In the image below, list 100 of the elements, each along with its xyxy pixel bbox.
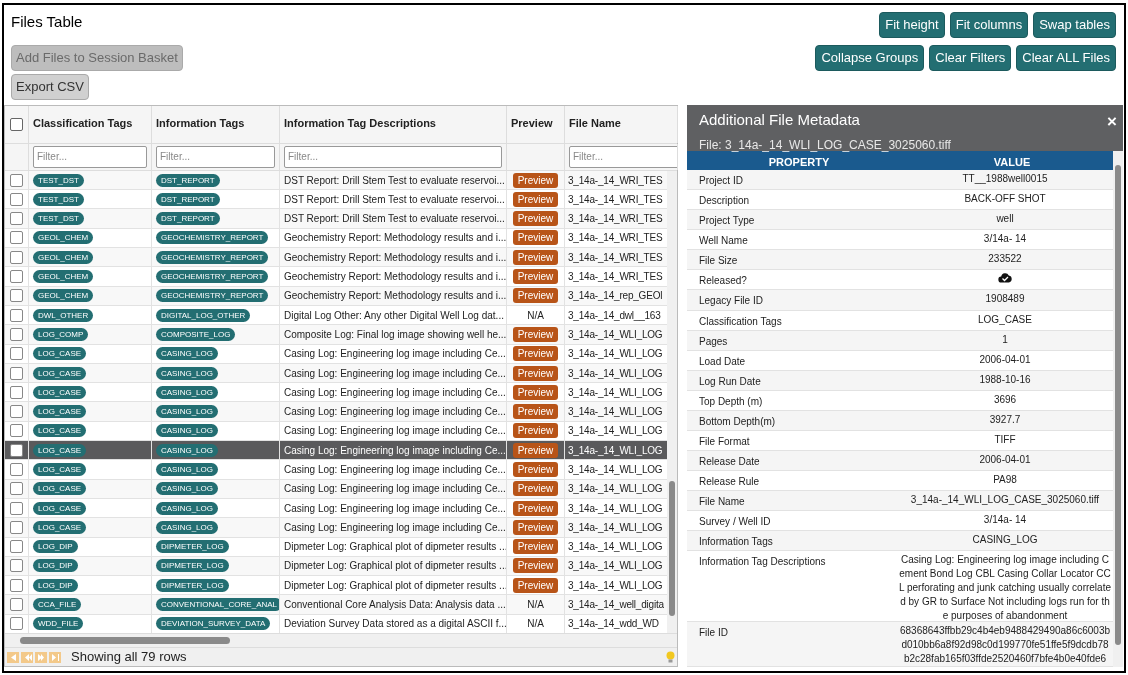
filter-field[interactable]: Filter... [284,145,502,168]
row-checkbox[interactable] [10,366,23,380]
preview-button[interactable]: Preview [512,500,559,516]
table-cell-text: 3_14a-_14_rep_GEOl [568,289,663,304]
table-cell-text: Dipmeter Log: Graphical plot of dipmeter results ... [284,578,506,593]
row-checkbox[interactable] [10,173,23,187]
tag-label: GEOCHEMISTRY_REPORT [156,270,269,283]
row-checkbox[interactable] [10,270,23,283]
preview-button[interactable]: Preview [512,269,559,284]
property-value: PA98 [993,473,1017,488]
preview-button[interactable]: Preview [512,365,559,381]
row-checkbox[interactable] [10,501,23,515]
row-checkbox[interactable] [10,385,23,399]
preview-button[interactable]: Preview [512,288,559,304]
row-checkbox[interactable] [10,540,23,554]
preview-button[interactable]: Preview [512,230,559,246]
tag-label: LOG_DIP [33,578,78,592]
table-cell-text: Casing Log: Engineering log image including Ce... [284,463,506,477]
column-header[interactable]: Classification Tags [33,117,133,129]
row-checkbox[interactable] [10,308,23,322]
preview-button[interactable]: Preview [512,481,559,497]
preview-button[interactable]: Preview [512,462,559,477]
row-checkbox[interactable] [10,617,23,631]
row-checkbox[interactable] [10,520,23,534]
tag-label: CASING_LOG [156,366,218,380]
preview-button[interactable]: Preview [512,577,559,593]
preview-button[interactable]: Preview [512,404,559,420]
property-label: File ID [699,627,728,639]
row-checkbox[interactable] [10,463,23,476]
preview-button[interactable]: Preview [512,442,559,458]
column-header[interactable]: Information Tag Descriptions [284,117,436,129]
row-checkbox[interactable] [10,192,23,206]
table-cell-text: 3_14a-_14_wdd_WD [568,617,659,632]
column-header[interactable]: File Name [569,117,621,129]
property-value: 233522 [988,252,1022,267]
vertical-scrollbar[interactable] [667,170,677,634]
row-checkbox[interactable] [10,212,23,226]
table-cell-text: 3_14a-_14_WLI_LOG [568,482,663,497]
toolbar-button[interactable]: Swap tables [1033,12,1116,38]
toolbar-button[interactable]: Collapse Groups [815,45,925,71]
vertical-scrollbar[interactable] [1113,151,1123,667]
preview-button[interactable]: Preview [512,172,559,188]
tag-label: DEVIATION_SURVEY_DATA [156,617,271,631]
property-label: Release Rule [699,476,760,488]
preview-button[interactable]: Preview [512,191,559,207]
row-checkbox[interactable] [10,578,23,592]
row-checkbox[interactable] [10,598,23,612]
table-cell-text: 3_14a-_14_WRI_TES [568,270,663,284]
table-cell-text: 3_14a-_14_well_digita [568,598,664,613]
toolbar-button[interactable]: Fit height [879,12,945,38]
preview-button[interactable]: Preview [512,539,559,555]
tag-label: LOG_CASE [33,366,87,380]
property-value: LOG_CASE [978,312,1032,327]
preview-button[interactable]: Preview [512,346,559,362]
preview-button[interactable]: Preview [512,211,559,227]
export-csv-button[interactable]: Export CSV [11,74,89,100]
row-checkbox[interactable] [10,250,23,264]
preview-button[interactable]: Preview [512,519,559,535]
tag-label: CASING_LOG [156,424,218,438]
tag-label: CCA_FILE [33,598,82,612]
toolbar-button[interactable]: Fit columns [949,12,1029,38]
close-button[interactable]: × [1107,113,1117,130]
preview-button[interactable]: Preview [512,384,559,400]
table-cell-text: Deviation Survey Data stored as a digital ASCII f... [284,617,506,632]
preview-button[interactable]: Preview [512,558,559,574]
filter-field[interactable]: Filter... [33,145,147,168]
row-checkbox[interactable] [10,443,23,457]
tag-label: WDD_FILE [33,617,84,631]
preview-button[interactable]: Preview [512,423,559,439]
filter-field[interactable]: Filter... [569,145,677,168]
select-all-checkbox[interactable] [10,117,23,131]
table-cell-text: 3_14a-_14_WLI_LOG [568,578,663,593]
row-checkbox[interactable] [10,559,23,573]
preview-button[interactable]: Preview [512,326,559,342]
tag-label: GEOL_CHEM [33,289,94,303]
row-checkbox[interactable] [10,347,23,361]
filter-field[interactable]: Filter... [156,145,275,168]
preview-button[interactable]: Preview [512,249,559,265]
table-cell-text: Casing Log: Engineering log image including Ce... [284,520,506,535]
row-count-status: Showing all 79 rows [71,648,188,667]
lightbulb-icon[interactable] [666,650,675,664]
column-header[interactable]: Information Tags [156,117,245,129]
table-cell-text: Geochemistry Report: Methodology results and i... [284,289,506,304]
tag-label: LOG_CASE [33,463,87,476]
row-checkbox[interactable] [10,405,23,419]
property-value: TIFF [994,433,1016,447]
toolbar-button[interactable]: Clear ALL Files [1016,45,1116,71]
row-checkbox[interactable] [10,327,23,341]
row-checkbox[interactable] [10,482,23,496]
column-header[interactable]: Preview [511,117,553,129]
toolbar-button[interactable]: Clear Filters [929,45,1012,71]
row-checkbox[interactable] [10,424,23,438]
row-checkbox[interactable] [10,231,23,245]
property-label: Description [699,195,750,207]
property-value: 1908489 [985,292,1025,307]
table-cell-text: Casing Log: Engineering log image including Ce... [284,443,506,458]
tag-label: CASING_LOG [156,347,218,361]
tag-label: CASING_LOG [156,405,218,419]
horizontal-scrollbar[interactable] [5,633,677,647]
row-checkbox[interactable] [10,289,23,303]
